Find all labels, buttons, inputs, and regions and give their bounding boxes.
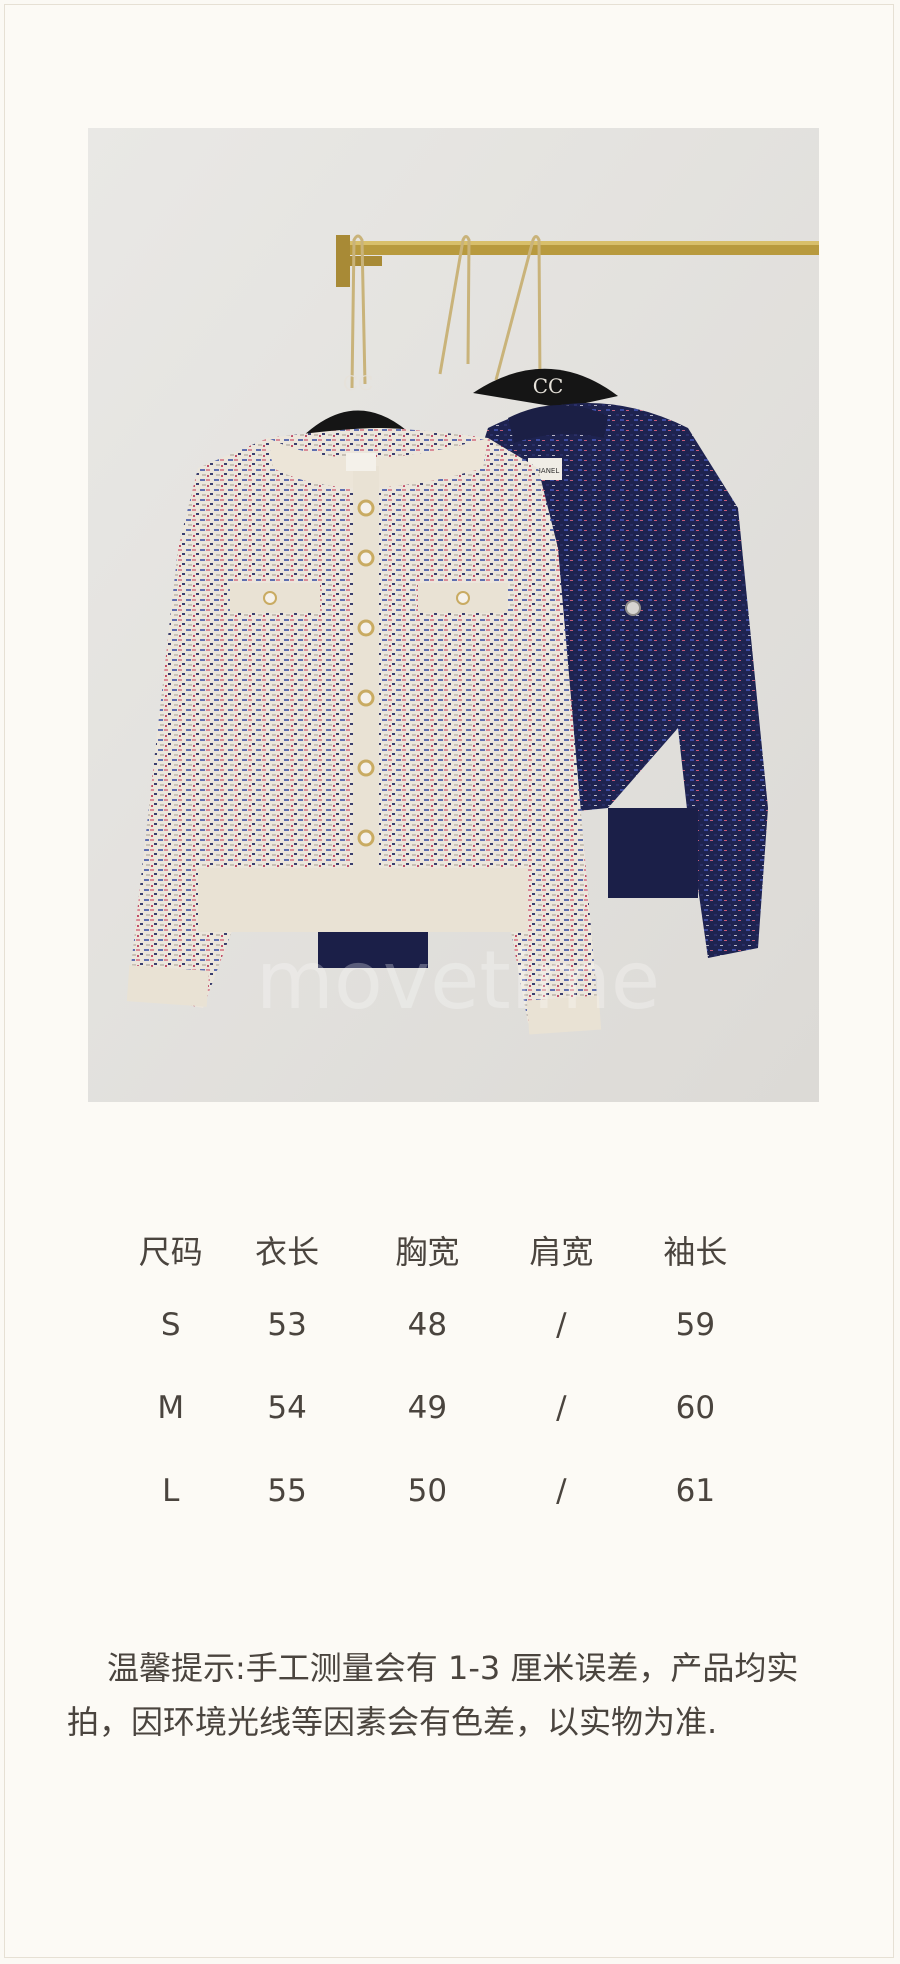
product-photo: CC CHANEL CC movetime (88, 128, 819, 1102)
cell-length: 55 (267, 1472, 307, 1509)
table-row: M 54 49 / 60 (125, 1366, 765, 1449)
header-size: 尺码 (138, 1233, 203, 1271)
cell-size: M (157, 1389, 185, 1426)
table-row: S 53 48 / 59 (125, 1283, 765, 1366)
header-sleeve: 袖长 (663, 1233, 728, 1271)
cell-sleeve: 61 (675, 1472, 716, 1509)
measurement-notice: 温馨提示:手工测量会有 1-3 厘米误差，产品均实拍，因环境光线等因素会有色差，… (67, 1649, 799, 1741)
header-chest: 胸宽 (395, 1233, 460, 1271)
svg-text:CC: CC (343, 371, 374, 395)
cell-chest: 50 (407, 1472, 448, 1509)
cell-sleeve: 59 (675, 1306, 716, 1343)
header-shoulder: 肩宽 (529, 1233, 594, 1271)
cell-sleeve: 60 (675, 1389, 716, 1426)
cell-length: 54 (267, 1389, 307, 1426)
photo-watermark: movetime (256, 934, 660, 1027)
hanger-logo: CC (533, 374, 564, 398)
cell-size: L (162, 1472, 180, 1509)
table-row: L 55 50 / 61 (125, 1449, 765, 1532)
size-chart: 尺码 衣长 胸宽 肩宽 袖长 S 53 48 / 59 M 54 49 / 60 (125, 1227, 765, 1532)
cell-chest: 48 (407, 1306, 448, 1343)
cell-chest: 49 (407, 1389, 448, 1426)
page-frame: CC CHANEL CC movetime 尺码 衣长 胸宽 肩宽 袖长 S 5… (4, 4, 894, 1958)
cell-size: S (160, 1306, 181, 1343)
size-chart-header-row: 尺码 衣长 胸宽 肩宽 袖长 (125, 1227, 765, 1283)
cell-length: 53 (267, 1306, 307, 1343)
cell-shoulder: / (556, 1389, 567, 1426)
cell-shoulder: / (556, 1472, 567, 1509)
cell-shoulder: / (556, 1306, 567, 1343)
header-length: 衣长 (255, 1233, 320, 1271)
